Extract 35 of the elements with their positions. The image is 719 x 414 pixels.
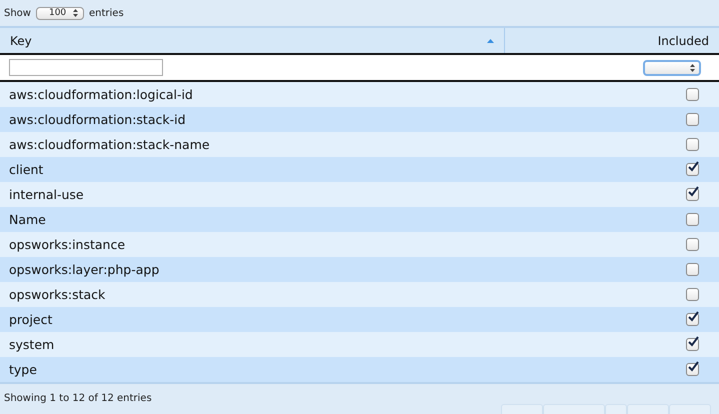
included-filter-select[interactable] (643, 60, 701, 76)
included-checkbox[interactable] (686, 213, 699, 226)
table-info: Showing 1 to 12 of 12 entries (4, 393, 153, 404)
included-checkbox[interactable] (686, 188, 699, 201)
key-cell: project (9, 312, 52, 327)
key-cell: type (9, 362, 37, 377)
key-cell: opsworks:stack (9, 287, 106, 302)
key-filter-field[interactable] (9, 59, 163, 76)
key-cell: internal-use (9, 187, 84, 202)
included-checkbox[interactable] (686, 288, 699, 301)
sort-ascending-icon (487, 38, 494, 42)
included-checkbox[interactable] (686, 363, 699, 376)
included-checkbox[interactable] (686, 238, 699, 251)
included-checkbox[interactable] (686, 338, 699, 351)
key-cell: aws:cloudformation:stack-name (9, 137, 210, 152)
updown-arrows-icon (72, 9, 78, 17)
included-checkbox[interactable] (686, 88, 699, 101)
key-cell: Name (9, 212, 46, 227)
key-cell: opsworks:layer:php-app (9, 262, 160, 277)
entries-label: entries (88, 8, 124, 18)
key-cell: aws:cloudformation:logical-id (9, 87, 193, 102)
included-checkbox[interactable] (686, 163, 699, 176)
updown-arrows-icon (690, 64, 695, 72)
included-checkbox[interactable] (686, 313, 699, 326)
included-checkbox[interactable] (686, 138, 699, 151)
show-label: Show (4, 8, 31, 18)
entries-select[interactable]: 100 (36, 6, 84, 20)
column-header[interactable]: Key (0, 28, 505, 53)
included-checkbox[interactable] (686, 113, 699, 126)
key-cell: client (9, 162, 44, 177)
column-header[interactable]: Included (505, 28, 719, 53)
key-cell: aws:cloudformation:stack-id (9, 112, 186, 127)
key-cell: opsworks:instance (9, 237, 126, 252)
key-cell: system (9, 337, 54, 352)
included-checkbox[interactable] (686, 263, 699, 276)
